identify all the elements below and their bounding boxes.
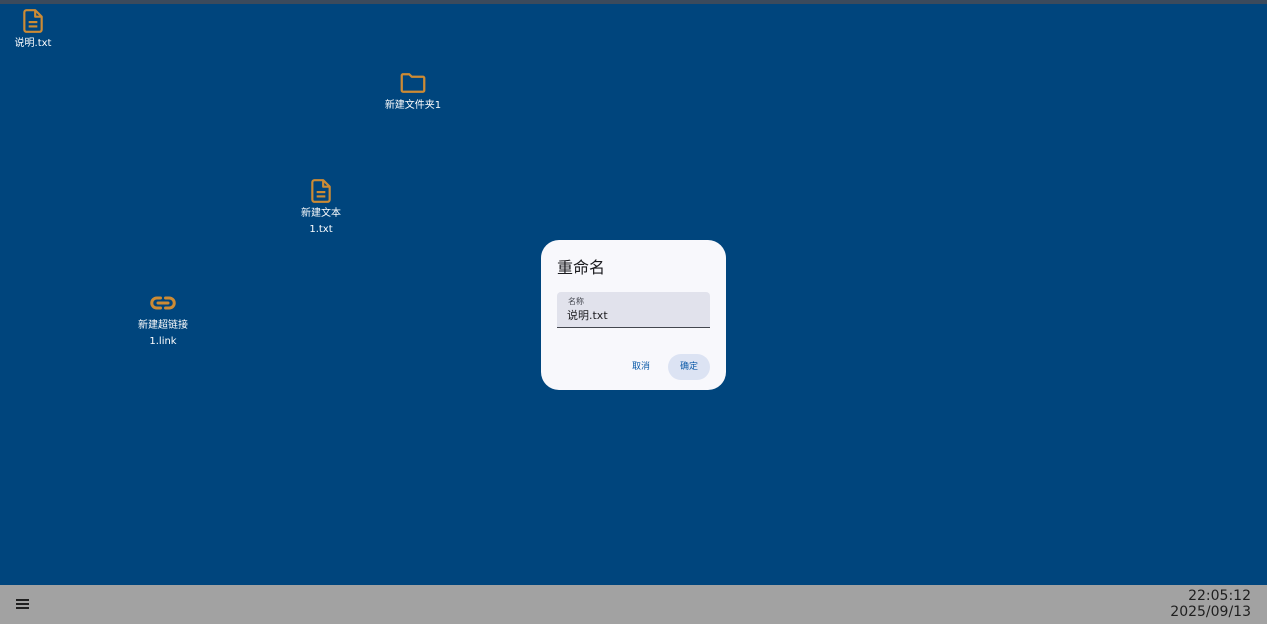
file-text-icon	[23, 9, 43, 33]
file-text-icon	[311, 179, 331, 203]
link-icon	[150, 296, 176, 310]
taskbar: 22:05:12 2025/09/13	[0, 585, 1267, 624]
rename-dialog: 重命名 名称 取消 确定	[541, 240, 726, 390]
clock-time: 22:05:12	[1188, 588, 1251, 604]
desktop-icon-new-folder[interactable]: 新建文件夹1	[373, 68, 453, 114]
name-input[interactable]	[567, 307, 702, 323]
desktop-icon-readme[interactable]: 说明.txt	[0, 6, 73, 52]
clock-date: 2025/09/13	[1170, 604, 1251, 620]
clock: 22:05:12 2025/09/13	[1170, 588, 1251, 620]
menu-icon[interactable]	[16, 599, 30, 611]
desktop-icon-new-link[interactable]: 新建超链接 1.link	[123, 288, 203, 350]
desktop-icon-label: 说明.txt	[14, 38, 52, 49]
name-field-label: 名称	[568, 297, 584, 306]
desktop-icon-label: 新建文件夹1	[384, 100, 442, 111]
dialog-title: 重命名	[557, 258, 606, 277]
name-field[interactable]: 名称	[557, 292, 710, 328]
desktop-icon-new-text[interactable]: 新建文本 1.txt	[281, 176, 361, 238]
desktop-icon-label: 新建超链接 1.link	[138, 320, 188, 347]
desktop-icon-label: 新建文本 1.txt	[301, 208, 341, 235]
ok-button[interactable]: 确定	[668, 354, 710, 380]
cancel-button[interactable]: 取消	[623, 354, 659, 380]
folder-icon	[400, 73, 426, 93]
